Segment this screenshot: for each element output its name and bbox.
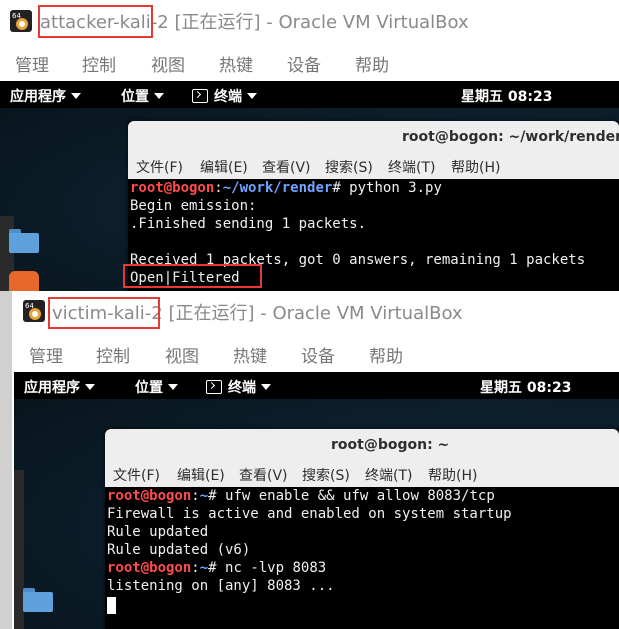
panel-terminal-menu[interactable]: 终端: [206, 377, 271, 397]
menu-view[interactable]: 视图: [151, 51, 185, 76]
panel-places-menu[interactable]: 位置: [135, 377, 178, 397]
menu-control[interactable]: 控制: [96, 342, 130, 367]
chevron-down-icon: [247, 93, 257, 99]
menu-view[interactable]: 视图: [165, 342, 199, 367]
highlight-box-result: [123, 264, 262, 288]
prompt-path: ~: [199, 488, 209, 504]
output-line: listening on [any] 8083 ...: [107, 578, 335, 594]
menu-devices[interactable]: 设备: [301, 342, 335, 367]
panel-applications-label: 应用程序: [24, 380, 80, 396]
terminal-menu-help[interactable]: 帮助(H): [451, 157, 500, 177]
output-line: Rule updated: [107, 524, 209, 540]
terminal-icon: [206, 380, 222, 394]
menu-help[interactable]: 帮助: [355, 51, 389, 76]
prompt-hash: #: [208, 488, 217, 504]
terminal-menu-file[interactable]: 文件(F): [136, 157, 183, 177]
victim-titlebar[interactable]: 64 victim-kali-2 [正在运行] - Oracle VM Virt…: [14, 291, 619, 331]
victim-guest-screen: 应用程序 位置 终端 星期五 08:23 root@bogon: ~ 文件(F)…: [14, 372, 619, 629]
panel-places-menu[interactable]: 位置: [121, 86, 164, 106]
terminal-menu-help[interactable]: 帮助(H): [428, 465, 477, 485]
chevron-down-icon: [85, 384, 95, 390]
virtualbox-app-icon: 64: [10, 10, 32, 32]
menu-control[interactable]: 控制: [82, 51, 116, 76]
victim-terminal-window: root@bogon: ~ 文件(F) 编辑(E) 查看(V) 搜索(S) 终端…: [105, 429, 619, 629]
panel-applications-menu[interactable]: 应用程序: [10, 86, 81, 106]
victim-vm-window: 64 victim-kali-2 [正在运行] - Oracle VM Virt…: [0, 291, 619, 629]
victim-title-status: [正在运行] - Oracle VM VirtualBox: [162, 303, 463, 324]
menu-hotkey[interactable]: 热键: [233, 342, 267, 367]
firefox-icon[interactable]: [9, 271, 39, 291]
prompt-line: root@bogon:~/work/render# python 3.py: [130, 179, 442, 197]
prompt-separator: :: [214, 180, 223, 196]
prompt-path: ~: [199, 560, 209, 576]
panel-terminal-menu[interactable]: 终端: [192, 86, 257, 106]
terminal-menu-view[interactable]: 查看(V): [262, 157, 311, 177]
panel-terminal-label: 终端: [214, 89, 242, 105]
prompt-command: ufw enable && ufw allow 8083/tcp: [216, 488, 495, 504]
terminal-menu-terminal[interactable]: 终端(T): [388, 157, 435, 177]
prompt-user: root@bogon: [130, 180, 215, 196]
chevron-down-icon: [154, 93, 164, 99]
terminal-menu-view[interactable]: 查看(V): [239, 465, 288, 485]
attacker-guest-screen: 应用程序 位置 终端 星期五 08:23 root@bogon: ~/work/…: [0, 81, 619, 291]
panel-places-label: 位置: [121, 89, 149, 105]
terminal-menu-edit[interactable]: 编辑(E): [200, 157, 248, 177]
menu-manage[interactable]: 管理: [15, 51, 49, 76]
menu-help[interactable]: 帮助: [369, 342, 403, 367]
attacker-vm-window: 64 attacker-kali-2 [正在运行] - Oracle VM Vi…: [0, 0, 619, 291]
files-folder-icon[interactable]: [9, 229, 39, 253]
highlight-box-victim-name: [48, 297, 160, 329]
prompt-line: root@bogon:~# nc -lvp 8083: [107, 559, 326, 577]
chevron-down-icon: [168, 384, 178, 390]
terminal-icon: [192, 89, 208, 103]
prompt-hash: #: [208, 560, 217, 576]
output-line: Begin emission:: [130, 198, 257, 214]
terminal-menu-search[interactable]: 搜索(S): [325, 157, 373, 177]
terminal-menu-file[interactable]: 文件(F): [113, 465, 160, 485]
panel-places-label: 位置: [135, 380, 163, 396]
panel-applications-menu[interactable]: 应用程序: [24, 377, 95, 397]
prompt-separator: :: [191, 488, 200, 504]
prompt-line: root@bogon:~# ufw enable && ufw allow 80…: [107, 487, 495, 505]
virtualbox-app-icon: 64: [23, 300, 45, 322]
menu-hotkey[interactable]: 热键: [219, 51, 253, 76]
panel-clock[interactable]: 星期五 08:23: [480, 377, 571, 397]
attacker-menubar: 管理 控制 视图 热键 设备 帮助: [0, 41, 619, 81]
panel-clock[interactable]: 星期五 08:23: [461, 86, 552, 106]
attacker-terminal-title: root@bogon: ~/work/render: [402, 129, 619, 145]
victim-terminal-title: root@bogon: ~: [331, 437, 450, 453]
chevron-down-icon: [261, 384, 271, 390]
menu-devices[interactable]: 设备: [287, 51, 321, 76]
files-folder-icon[interactable]: [23, 588, 53, 612]
prompt-separator: :: [191, 560, 200, 576]
attacker-titlebar[interactable]: 64 attacker-kali-2 [正在运行] - Oracle VM Vi…: [0, 0, 619, 40]
menu-manage[interactable]: 管理: [29, 342, 63, 367]
chevron-down-icon: [71, 93, 81, 99]
attacker-terminal-header[interactable]: root@bogon: ~/work/render 文件(F) 编辑(E) 查看…: [128, 121, 619, 179]
terminal-menu-search[interactable]: 搜索(S): [302, 465, 350, 485]
terminal-menu-terminal[interactable]: 终端(T): [365, 465, 412, 485]
panel-terminal-label: 终端: [228, 380, 256, 396]
attacker-top-panel: 应用程序 位置 终端 星期五 08:23: [0, 81, 619, 108]
attacker-dock: [0, 216, 39, 291]
terminal-menu-edit[interactable]: 编辑(E): [177, 465, 225, 485]
output-line: Rule updated (v6): [107, 542, 251, 558]
prompt-command: python 3.py: [340, 180, 442, 196]
victim-terminal-header[interactable]: root@bogon: ~ 文件(F) 编辑(E) 查看(V) 搜索(S) 终端…: [105, 429, 619, 487]
prompt-user: root@bogon: [107, 560, 192, 576]
prompt-path: ~/work/render: [222, 180, 333, 196]
terminal-cursor: [107, 597, 116, 614]
output-line: Firewall is active and enabled on system…: [107, 506, 512, 522]
attacker-title-status: [正在运行] - Oracle VM VirtualBox: [168, 12, 469, 33]
highlight-box-attacker-name: [38, 5, 153, 38]
prompt-hash: #: [332, 180, 341, 196]
prompt-user: root@bogon: [107, 488, 192, 504]
victim-top-panel: 应用程序 位置 终端 星期五 08:23: [14, 372, 619, 399]
victim-menubar: 管理 控制 视图 热键 设备 帮助: [14, 332, 619, 372]
output-line: .Finished sending 1 packets.: [130, 216, 367, 232]
panel-applications-label: 应用程序: [10, 89, 66, 105]
prompt-command: nc -lvp 8083: [216, 560, 327, 576]
